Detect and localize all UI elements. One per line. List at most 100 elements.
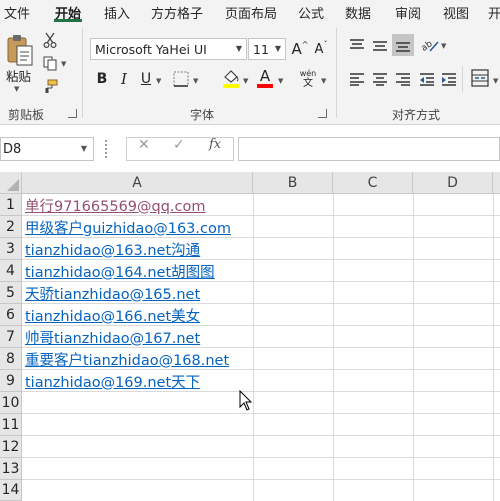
cancel-icon[interactable]: ✕ (138, 137, 150, 153)
hyperlink[interactable]: 单行971665569@qq.com (25, 195, 206, 216)
formula-bar-grip[interactable] (105, 140, 107, 158)
insert-function-icon[interactable]: fx (209, 137, 221, 152)
tab-view[interactable]: 视图 (443, 3, 469, 22)
wrap-merge-icon[interactable] (470, 68, 490, 88)
cell-a3[interactable]: tianzhidao@163.net沟通 (22, 238, 253, 260)
name-box[interactable]: D8 ▼ (0, 137, 94, 161)
align-center-icon[interactable] (371, 70, 389, 88)
fill-color-dropdown-icon[interactable]: ▼ (243, 77, 248, 85)
select-all-button[interactable] (0, 172, 22, 194)
format-painter-icon[interactable] (42, 78, 58, 94)
tab-page-layout[interactable]: 页面布局 (225, 3, 277, 22)
clipboard-launcher-icon[interactable] (68, 109, 77, 118)
tab-data[interactable]: 数据 (345, 3, 371, 22)
tab-review[interactable]: 审阅 (395, 3, 421, 22)
phonetic-dropdown-icon[interactable]: ▼ (321, 77, 326, 85)
hyperlink[interactable]: 帅哥tianzhidao@167.net (25, 327, 200, 348)
row-header[interactable]: 14 (0, 480, 22, 501)
row-header[interactable]: 1 (0, 194, 22, 216)
paste-button[interactable]: 粘贴 (6, 66, 31, 85)
column-header-e[interactable] (493, 172, 500, 194)
row-header[interactable]: 11 (0, 414, 22, 436)
cell-a4[interactable]: tianzhidao@164.net胡图图 (22, 260, 253, 282)
tab-fangfang[interactable]: 方方格子 (151, 3, 203, 22)
hyperlink[interactable]: tianzhidao@169.net天下 (25, 371, 200, 392)
font-name-combo[interactable]: Microsoft YaHei UI ▼ (90, 38, 247, 60)
hyperlink[interactable]: 重要客户tianzhidao@168.net (25, 349, 229, 370)
copy-dropdown-icon[interactable]: ▼ (61, 60, 66, 68)
formula-input[interactable] (238, 137, 500, 161)
align-middle-icon[interactable] (371, 36, 389, 54)
row-header[interactable]: 13 (0, 458, 22, 480)
tab-developer[interactable]: 开 (488, 3, 500, 22)
cell-a7[interactable]: 帅哥tianzhidao@167.net (22, 326, 253, 348)
row-header[interactable]: 10 (0, 392, 22, 414)
underline-dropdown-icon[interactable]: ▼ (156, 77, 161, 85)
fill-color-icon[interactable] (222, 68, 240, 88)
row-header[interactable]: 3 (0, 238, 22, 260)
formula-bar: D8 ▼ ✕ ✓ fx (0, 134, 500, 164)
row-header[interactable]: 9 (0, 370, 22, 392)
borders-dropdown-icon[interactable]: ▼ (193, 77, 198, 85)
paste-dropdown-icon[interactable]: ▼ (14, 85, 19, 93)
cell-a9[interactable]: tianzhidao@169.net天下 (22, 370, 253, 392)
phonetic-guide-icon[interactable]: wén 文 (298, 68, 318, 90)
grow-font-icon[interactable]: A ^ (291, 39, 309, 59)
cell-a5[interactable]: 天骄tianzhidao@165.net (22, 282, 253, 304)
align-bottom-icon[interactable] (392, 34, 414, 56)
column-header-d[interactable]: D (413, 172, 493, 194)
column-header-b[interactable]: B (253, 172, 333, 194)
borders-icon[interactable] (172, 70, 190, 88)
hyperlink[interactable]: tianzhidao@166.net美女 (25, 305, 200, 326)
name-box-value: D8 (3, 141, 22, 157)
increase-indent-icon[interactable] (440, 70, 458, 88)
underline-button[interactable]: U (138, 70, 154, 88)
row-header[interactable]: 6 (0, 304, 22, 326)
font-size-combo[interactable]: 11 ▼ (248, 38, 286, 60)
align-right-icon[interactable] (394, 70, 412, 88)
font-launcher-icon[interactable] (318, 109, 327, 118)
row-header[interactable]: 7 (0, 326, 22, 348)
tab-insert[interactable]: 插入 (104, 3, 130, 22)
row-header[interactable]: 8 (0, 348, 22, 370)
enter-icon[interactable]: ✓ (173, 137, 185, 153)
orientation-icon[interactable]: ab (420, 35, 440, 55)
font-color-swatch (257, 84, 273, 88)
chevron-down-icon: ▼ (80, 144, 87, 153)
hyperlink[interactable]: 甲级客户guizhidao@163.com (25, 217, 231, 238)
cell-a2[interactable]: 甲级客户guizhidao@163.com (22, 216, 253, 238)
tab-file[interactable]: 文件 (4, 3, 30, 22)
cell-a6[interactable]: tianzhidao@166.net美女 (22, 304, 253, 326)
align-left-icon[interactable] (348, 70, 366, 88)
orientation-dropdown-icon[interactable]: ▼ (441, 42, 446, 50)
row-header[interactable]: 4 (0, 260, 22, 282)
row-header[interactable]: 12 (0, 436, 22, 458)
cut-icon[interactable] (42, 32, 58, 48)
svg-text:ab: ab (420, 39, 435, 54)
shrink-font-icon[interactable]: Aˇ (312, 39, 330, 59)
chevron-down-icon: ▼ (274, 44, 281, 53)
decrease-indent-icon[interactable] (418, 70, 436, 88)
bold-button[interactable]: B (94, 70, 110, 88)
font-color-icon[interactable]: A (256, 67, 274, 88)
font-color-dropdown-icon[interactable]: ▼ (278, 77, 283, 85)
column-header-c[interactable]: C (333, 172, 413, 194)
cell-a8[interactable]: 重要客户tianzhidao@168.net (22, 348, 253, 370)
align-top-icon[interactable] (348, 36, 366, 54)
copy-icon[interactable] (42, 55, 58, 71)
hyperlink[interactable]: 天骄tianzhidao@165.net (25, 283, 200, 304)
merge-dropdown-icon[interactable]: ▼ (493, 77, 498, 85)
cell-a1[interactable]: 单行971665569@qq.com (22, 194, 253, 216)
worksheet-grid: A B C D 1 2 3 4 5 6 7 8 9 10 11 12 13 14 (0, 172, 500, 501)
row-header[interactable]: 2 (0, 216, 22, 238)
font-size-value: 11 (253, 41, 269, 57)
ribbon: 粘贴 ▼ ▼ 剪贴板 Microsoft YaHei UI ▼ 11 ▼ A ^… (0, 22, 500, 125)
hyperlink[interactable]: tianzhidao@164.net胡图图 (25, 261, 215, 282)
hyperlink[interactable]: tianzhidao@163.net沟通 (25, 239, 200, 260)
column-header-a[interactable]: A (22, 172, 253, 194)
clipboard-group-label: 剪贴板 (8, 108, 45, 122)
italic-button[interactable]: I (116, 70, 132, 88)
row-header[interactable]: 5 (0, 282, 22, 304)
paste-icon[interactable] (4, 32, 36, 68)
tab-formulas[interactable]: 公式 (298, 3, 324, 22)
